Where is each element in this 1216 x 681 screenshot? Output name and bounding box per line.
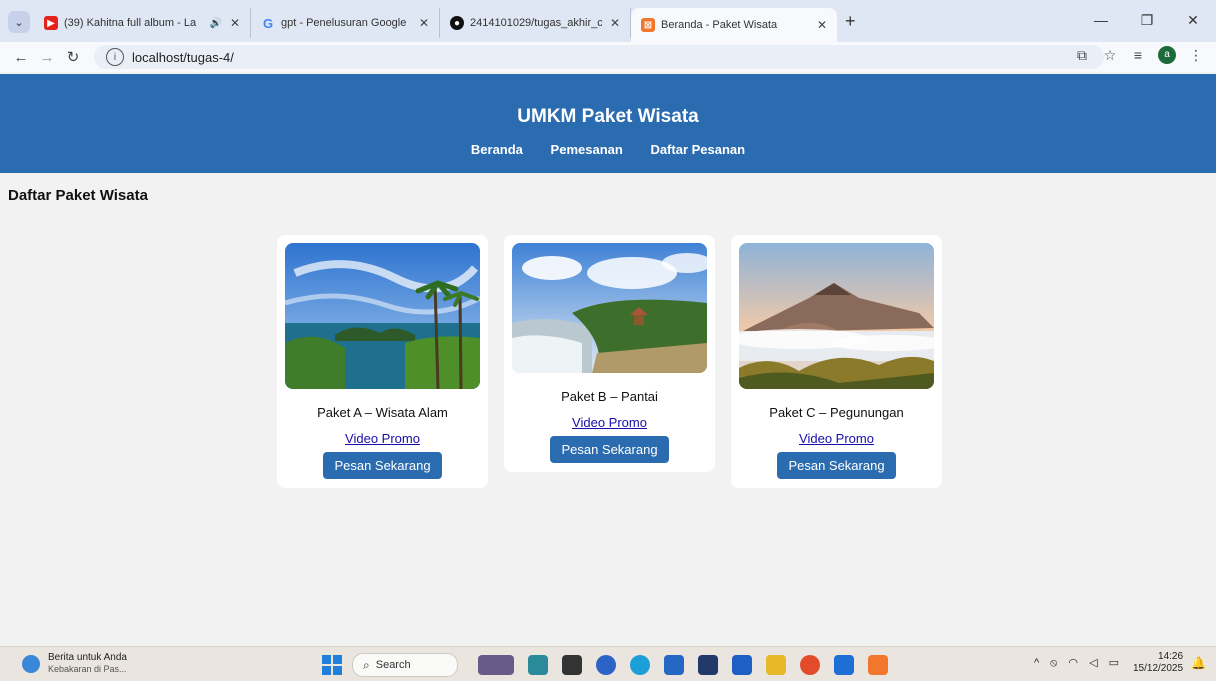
profile-avatar[interactable]: a [1158,46,1176,64]
clock-time: 14:26 [1158,651,1184,662]
reload-icon[interactable]: ↻ [60,48,86,66]
nav-daftar-pesanan[interactable]: Daftar Pesanan [650,142,745,157]
video-promo-link[interactable]: Video Promo [739,431,934,446]
bookmark-star-icon[interactable]: ☆ [1096,47,1124,64]
news-widget[interactable]: Berita untuk Anda Kebakaran di Pas... [22,652,127,675]
package-card-b: Paket B – Pantai Video Promo Pesan Sekar… [504,235,715,472]
chat-app-icon[interactable] [596,655,616,675]
news-subtitle: Kebakaran di Pas... [48,664,127,674]
edge-browser-icon[interactable] [630,655,650,675]
tab-github[interactable]: ● 2414101029/tugas_akhir_capst ✕ [440,8,631,38]
url-text[interactable]: localhost/tugas-4/ [132,50,234,65]
audio-playing-icon[interactable]: 🔊 [209,18,221,29]
new-tab-button[interactable]: + [845,11,856,32]
section-title: Daftar Paket Wisata [8,187,148,204]
file-explorer-icon[interactable] [766,655,786,675]
more-menu-icon[interactable]: ⋮ [1182,47,1210,64]
order-now-button[interactable]: Pesan Sekarang [550,436,669,463]
package-image-wisata-alam [285,243,480,389]
tab-youtube[interactable]: ▶ (39) Kahitna full album - La 🔊 ✕ [34,8,251,38]
xampp-icon: ⊠ [641,18,655,32]
os-taskbar: Berita untuk Anda Kebakaran di Pas... ⌕ … [0,646,1216,681]
address-bar[interactable]: i localhost/tugas-4/ [94,45,1104,69]
taskbar-search[interactable]: ⌕ Search [352,653,458,677]
clock-date: 15/12/2025 [1132,663,1184,674]
youtube-icon: ▶ [44,16,58,30]
tab-beranda-active[interactable]: ⊠ Beranda - Paket Wisata ✕ [631,8,837,42]
web-page: UMKM Paket Wisata Beranda Pemesanan Daft… [0,74,1216,646]
nav-pemesanan[interactable]: Pemesanan [551,142,623,157]
order-now-button[interactable]: Pesan Sekarang [323,452,442,479]
tray-icons[interactable]: ^ ⦸ ◠ ◁ ▭ [1034,656,1123,670]
system-tray: ^ ⦸ ◠ ◁ ▭ 14:26 15/12/2025 🔔 [1034,651,1206,675]
site-title: UMKM Paket Wisata [517,106,699,127]
dropbox-icon[interactable] [698,655,718,675]
tab-search-chevron-icon[interactable]: ⌄ [8,11,30,33]
outlook-icon[interactable] [834,655,854,675]
order-now-button[interactable]: Pesan Sekarang [777,452,896,479]
package-image-pegunungan [739,243,934,389]
calendar-app-icon[interactable] [732,655,752,675]
close-tab-icon[interactable]: ✕ [610,16,620,30]
window-controls: — ❐ ✕ [1078,0,1216,40]
game-app-icon[interactable] [478,655,514,675]
weather-icon [22,654,40,673]
notification-bell-icon[interactable]: 🔔 [1191,656,1206,670]
site-info-icon[interactable]: i [106,48,124,66]
package-title: Paket A – Wisata Alam [317,405,448,420]
tab-label: gpt - Penelusuran Google [281,17,407,29]
xampp-app-icon[interactable] [868,655,888,675]
video-promo-link[interactable]: Video Promo [285,431,480,446]
browser-tab-strip: ⌄ ▶ (39) Kahitna full album - La 🔊 ✕ G g… [0,0,1216,42]
taskbar-apps: ⌕ Search [322,653,902,677]
restore-icon[interactable]: ❐ [1124,12,1170,29]
reading-list-icon[interactable]: ≡ [1124,47,1152,63]
close-tab-icon[interactable]: ✕ [419,16,429,30]
tab-label: Beranda - Paket Wisata [661,19,778,31]
github-icon: ● [450,16,464,30]
cursor-app-icon[interactable] [528,655,548,675]
forward-arrow-icon[interactable]: → [34,49,60,66]
package-title: Paket C – Pegunungan [769,405,904,420]
close-window-icon[interactable]: ✕ [1170,12,1216,29]
translate-icon[interactable]: ⧉ [1068,47,1096,64]
nav-beranda[interactable]: Beranda [471,142,523,157]
toolbar-actions: ⧉ ☆ ≡ a ⋮ [1068,46,1210,64]
search-icon: ⌕ [363,657,370,672]
tab-google-search[interactable]: G gpt - Penelusuran Google ✕ [251,8,440,38]
video-promo-link[interactable]: Video Promo [512,415,707,430]
google-icon: G [262,15,274,31]
store-icon[interactable] [664,655,684,675]
tab-label: (39) Kahitna full album - La [64,17,197,29]
back-arrow-icon[interactable]: ← [8,49,34,66]
package-card-c: Paket C – Pegunungan Video Promo Pesan S… [731,235,942,488]
clock[interactable]: 14:26 15/12/2025 [1133,651,1183,675]
chrome-icon[interactable] [800,655,820,675]
search-label: Search [375,659,411,671]
news-title: Berita untuk Anda [48,652,127,663]
package-cards: Paket A – Wisata Alam Video Promo Pesan … [277,235,942,488]
site-nav: Beranda Pemesanan Daftar Pesanan [0,142,1216,157]
close-tab-icon[interactable]: ✕ [817,18,827,32]
package-card-a: Paket A – Wisata Alam Video Promo Pesan … [277,235,488,488]
close-tab-icon[interactable]: ✕ [230,16,240,30]
windows-start-icon[interactable] [322,655,342,675]
task-view-icon[interactable] [562,655,582,675]
package-image-pantai [512,243,707,373]
package-title: Paket B – Pantai [561,389,658,404]
minimize-icon[interactable]: — [1078,12,1124,28]
site-header: UMKM Paket Wisata Beranda Pemesanan Daft… [0,74,1216,173]
address-toolbar: ← → ↻ i localhost/tugas-4/ ⧉ ☆ ≡ a ⋮ [0,42,1216,72]
tab-label: 2414101029/tugas_akhir_capst [470,17,602,29]
